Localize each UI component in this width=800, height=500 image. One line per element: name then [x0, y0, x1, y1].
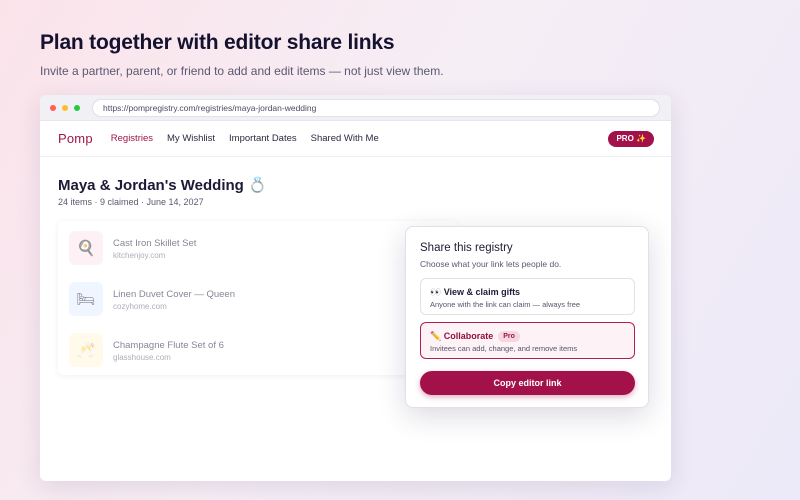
option-title-text: ✏️ Collaborate	[430, 331, 494, 341]
list-item[interactable]: 🛏 Linen Duvet Cover — Queen cozyhome.com	[68, 280, 448, 320]
hero-subline: Invite a partner, parent, or friend to a…	[40, 64, 444, 78]
option-description: Invitees can add, change, and remove ite…	[430, 344, 578, 353]
item-source: glasshouse.com	[113, 353, 171, 362]
nav-link-shared-with-me[interactable]: Shared With Me	[311, 133, 379, 144]
hero-headline: Plan together with editor share links	[40, 31, 395, 54]
item-source: cozyhome.com	[113, 302, 167, 311]
copy-editor-link-button[interactable]: Copy editor link	[420, 371, 635, 395]
registry-meta: 24 items · 9 claimed · June 14, 2027	[58, 197, 204, 207]
option-view-claim[interactable]: 👀 View & claim gifts Anyone with the lin…	[420, 278, 635, 315]
item-name: Cast Iron Skillet Set	[113, 238, 197, 249]
registry-title: Maya & Jordan's Wedding 💍	[58, 177, 267, 194]
nav-link-registries[interactable]: Registries	[111, 133, 153, 144]
top-nav: Pomp Registries My Wishlist Important Da…	[40, 121, 671, 157]
browser-chrome: https://pompregistry.com/registries/maya…	[40, 95, 671, 121]
item-source: kitchenjoy.com	[113, 251, 166, 260]
item-name: Linen Duvet Cover — Queen	[113, 289, 235, 300]
share-registry-popover: Share this registry Choose what your lin…	[405, 226, 649, 408]
nav-link-my-wishlist[interactable]: My Wishlist	[167, 133, 215, 144]
registry-items-list: 🍳 Cast Iron Skillet Set kitchenjoy.com 🛏…	[58, 221, 458, 375]
option-title: 👀 View & claim gifts	[430, 287, 521, 297]
option-title: ✏️ Collaborate Pro	[430, 331, 520, 342]
skillet-icon: 🍳	[69, 231, 103, 265]
minimize-window-dot[interactable]	[62, 104, 68, 111]
maximize-window-dot[interactable]	[74, 104, 80, 111]
address-bar[interactable]: https://pompregistry.com/registries/maya…	[92, 99, 660, 117]
share-subtitle: Choose what your link lets people do.	[420, 259, 562, 269]
champagne-icon: 🥂	[69, 333, 103, 367]
list-item[interactable]: 🍳 Cast Iron Skillet Set kitchenjoy.com	[68, 229, 448, 269]
share-title: Share this registry	[420, 242, 513, 254]
item-name: Champagne Flute Set of 6	[113, 340, 224, 351]
nav-link-important-dates[interactable]: Important Dates	[229, 133, 297, 144]
list-item[interactable]: 🥂 Champagne Flute Set of 6 glasshouse.co…	[68, 331, 448, 371]
option-collaborate[interactable]: ✏️ Collaborate Pro Invitees can add, chan…	[420, 322, 635, 359]
pomp-logo[interactable]: Pomp	[58, 131, 93, 146]
pro-tag: Pro	[498, 331, 520, 342]
pro-badge[interactable]: PRO ✨	[608, 131, 654, 147]
bed-icon: 🛏	[69, 282, 103, 316]
close-window-dot[interactable]	[50, 104, 56, 111]
option-description: Anyone with the link can claim — always …	[430, 300, 581, 309]
